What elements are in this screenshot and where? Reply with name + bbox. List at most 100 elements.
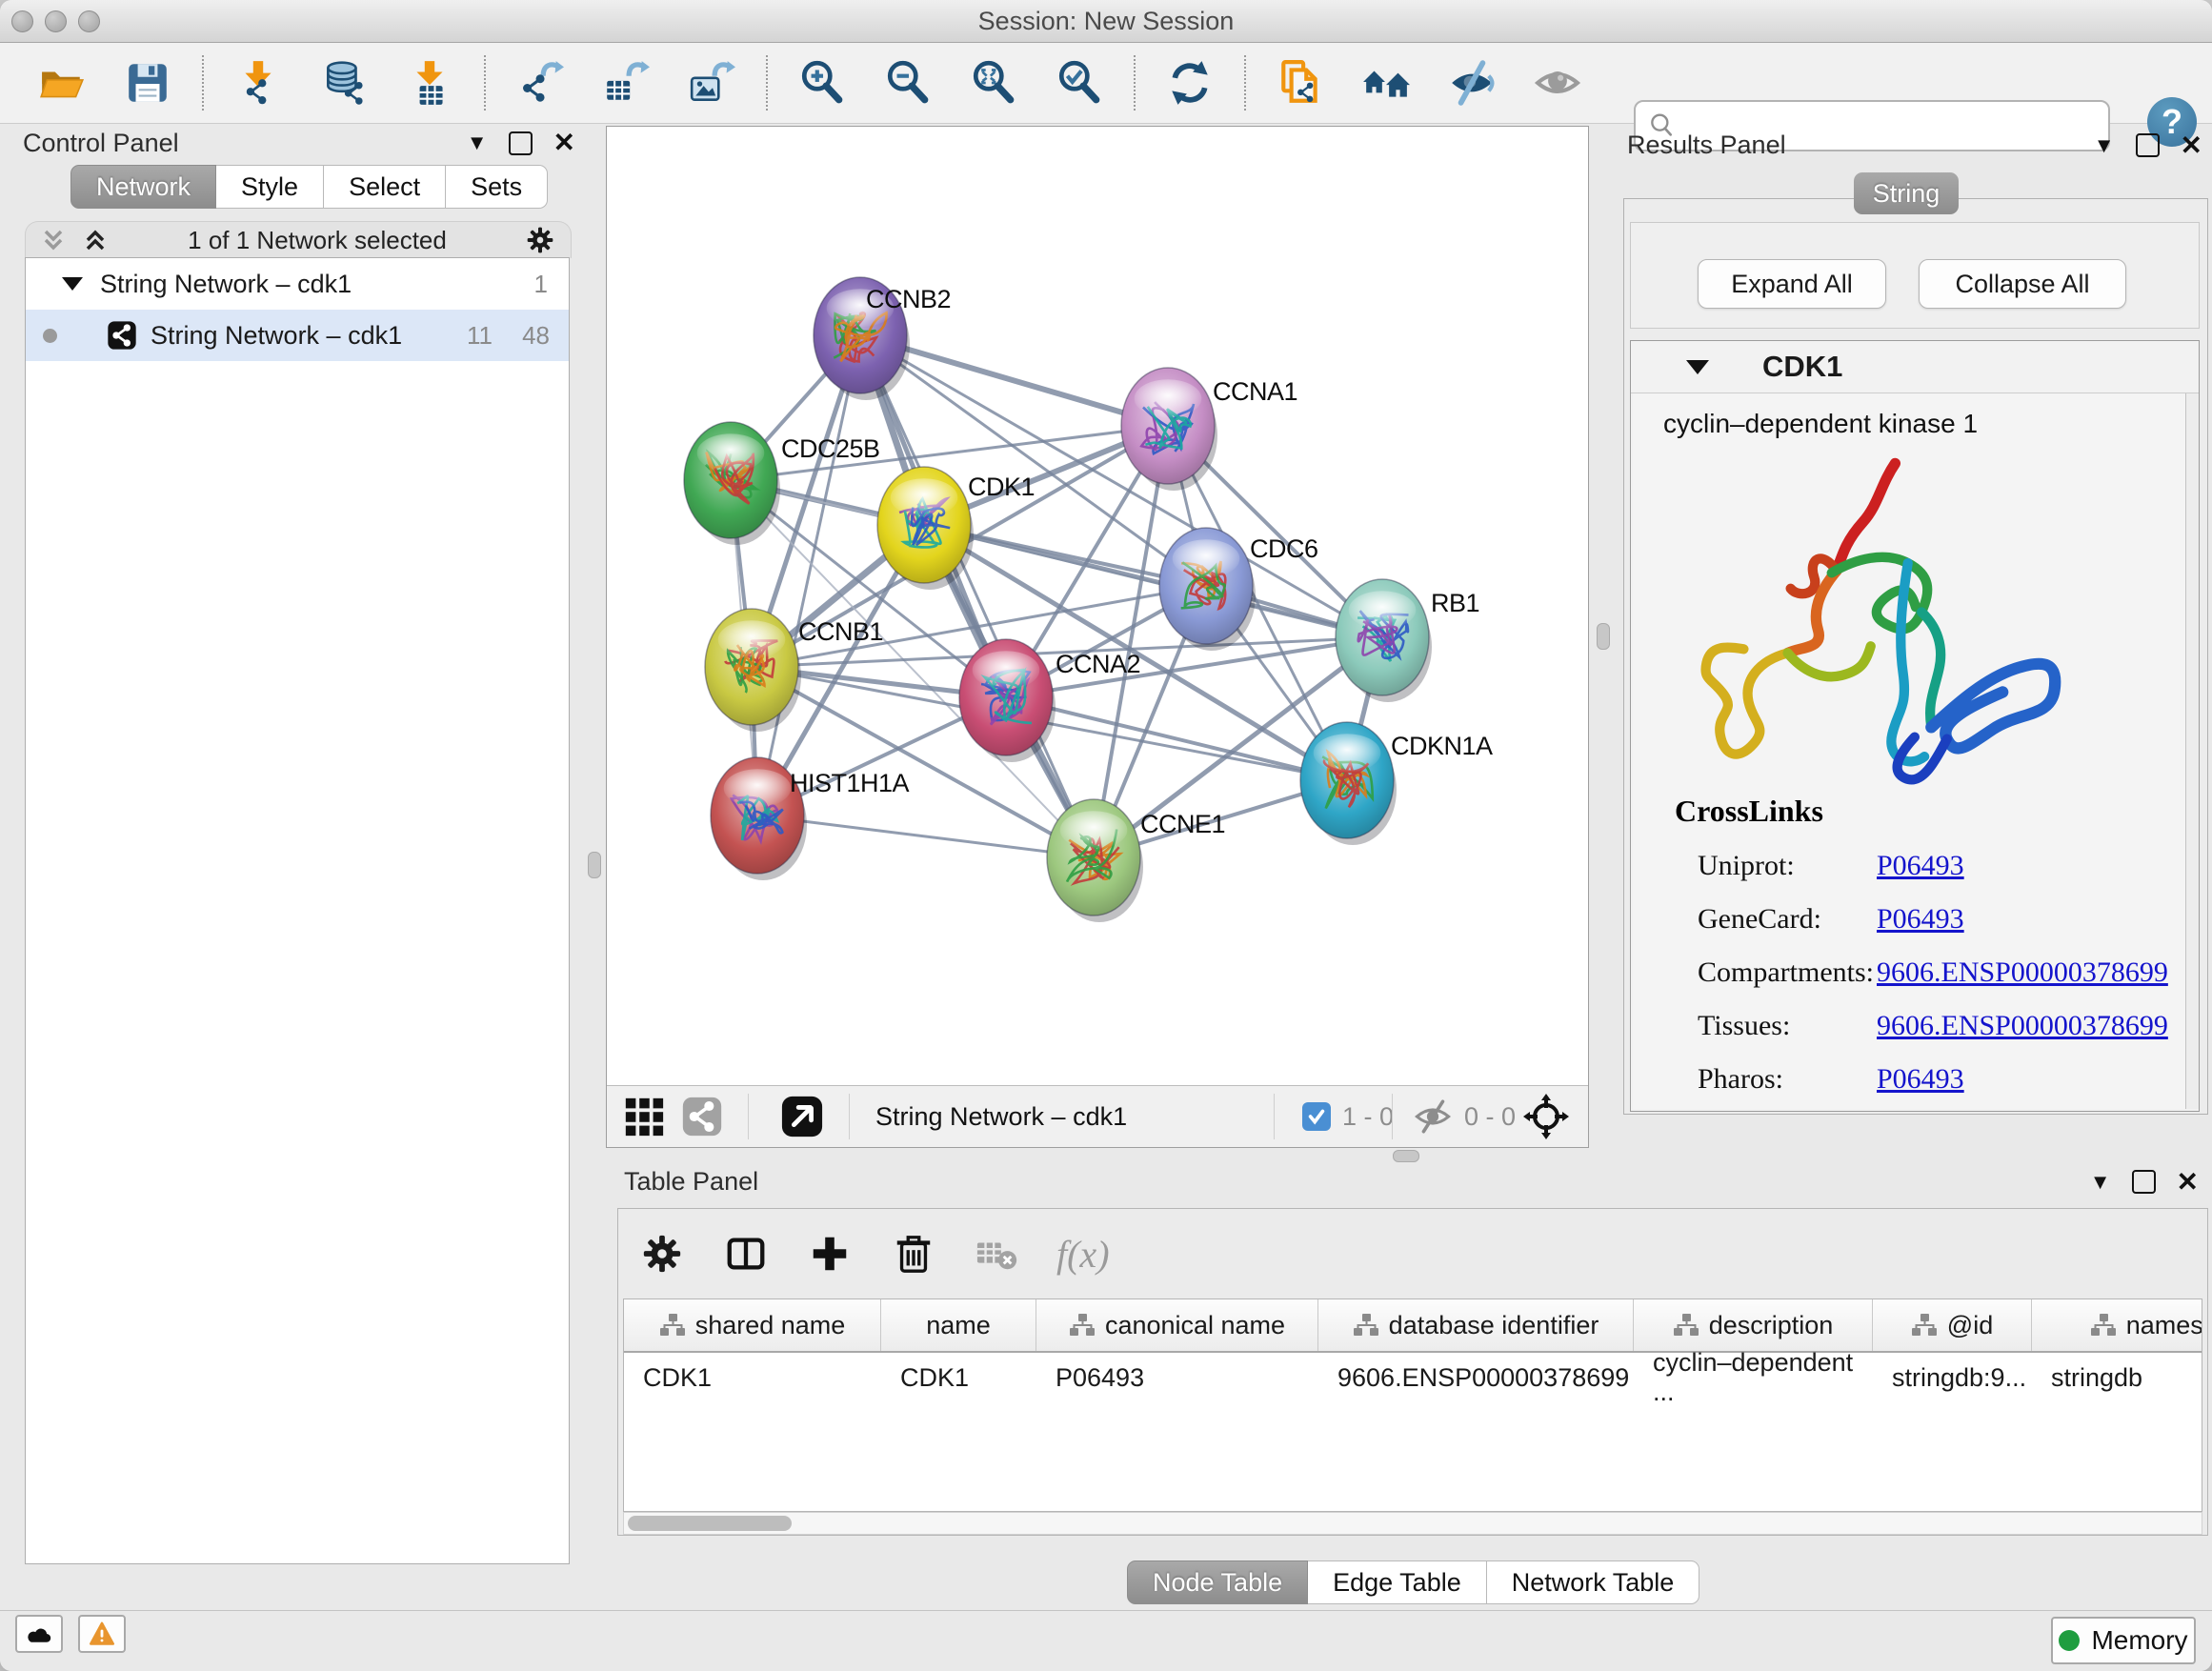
duplicate-network-button[interactable]: [1275, 57, 1326, 109]
node-detail-header[interactable]: CDK1: [1631, 341, 2199, 393]
collection-disclosure-icon[interactable]: [62, 277, 83, 291]
open-folder-button[interactable]: [36, 57, 88, 109]
network-node-cdc6[interactable]: CDC6: [1159, 528, 1318, 651]
selected-counts-indicator[interactable]: 1 - 0: [1302, 1086, 1394, 1147]
left-splitter-handle[interactable]: [588, 852, 601, 878]
save-button[interactable]: [122, 57, 173, 109]
network-node-cdkn1a[interactable]: CDKN1A: [1300, 722, 1493, 845]
delete-column-button[interactable]: [889, 1229, 938, 1278]
import-network-button[interactable]: [232, 57, 284, 109]
results-close-icon[interactable]: ✕: [2181, 132, 2202, 159]
column-header--id[interactable]: @id: [1873, 1299, 2032, 1351]
crosslink-link[interactable]: 9606.ENSP00000378699: [1877, 956, 2168, 989]
crosslink-link[interactable]: P06493: [1877, 1063, 1964, 1096]
table-options-button[interactable]: [637, 1229, 687, 1278]
hide-eye-button[interactable]: [1446, 57, 1498, 109]
show-eye-button[interactable]: [1532, 57, 1583, 109]
network-node-ccne1[interactable]: CCNE1: [1047, 799, 1225, 922]
import-database-button[interactable]: [318, 57, 370, 109]
zoom-fit-button[interactable]: [968, 57, 1019, 109]
column-header-shared-name[interactable]: shared name: [624, 1299, 881, 1351]
export-image-button[interactable]: [686, 57, 737, 109]
right-splitter-handle[interactable]: [1597, 623, 1610, 650]
section-disclosure-icon[interactable]: [1686, 360, 1709, 374]
table-cell[interactable]: CDK1: [881, 1353, 1036, 1402]
zoom-in-button[interactable]: [796, 57, 848, 109]
fit-center-button[interactable]: [1523, 1086, 1569, 1147]
table-float-icon[interactable]: [2132, 1170, 2156, 1194]
tab-network[interactable]: Network: [70, 165, 216, 209]
network-node-cdc25b[interactable]: CDC25B: [684, 422, 880, 545]
column-header-namespace[interactable]: namespace: [2032, 1299, 2202, 1351]
export-network-button[interactable]: [514, 57, 566, 109]
column-header-database-identifier[interactable]: database identifier: [1318, 1299, 1634, 1351]
table-menu-icon[interactable]: ▼: [2090, 1170, 2111, 1195]
network-badge-button[interactable]: [681, 1086, 723, 1147]
tab-edge-table[interactable]: Edge Table: [1308, 1560, 1487, 1604]
expand-all-button[interactable]: Expand All: [1698, 259, 1886, 309]
network-view[interactable]: CCNB2CCNA1CDC25BCDK1CDC6RB1CCNB1CCNA2CDK…: [606, 126, 1589, 1148]
control-panel-title: Control Panel: [23, 129, 179, 158]
node-table[interactable]: shared namename canonical name database …: [623, 1299, 2202, 1512]
results-menu-icon[interactable]: ▼: [2094, 133, 2115, 158]
network-canvas[interactable]: CCNB2CCNA1CDC25BCDK1CDC6RB1CCNB1CCNA2CDK…: [607, 127, 1588, 1086]
show-columns-button[interactable]: [721, 1229, 771, 1278]
panel-close-icon[interactable]: ✕: [553, 130, 575, 156]
table-row[interactable]: CDK1CDK1P064939606.ENSP00000378699cyclin…: [624, 1353, 2202, 1402]
table-cell[interactable]: CDK1: [624, 1353, 881, 1402]
table-cell[interactable]: P06493: [1036, 1353, 1318, 1402]
crosslink-link[interactable]: P06493: [1877, 850, 1964, 882]
network-edge[interactable]: [757, 815, 1094, 857]
refresh-button[interactable]: [1164, 57, 1216, 109]
cloud-status-button[interactable]: [15, 1615, 63, 1653]
panel-float-icon[interactable]: [509, 131, 533, 155]
home-button[interactable]: [1360, 57, 1412, 109]
tab-node-table[interactable]: Node Table: [1127, 1560, 1308, 1604]
expand-all-networks-icon[interactable]: [39, 226, 68, 254]
table-cell[interactable]: stringdb: [2032, 1353, 2202, 1402]
column-label: database identifier: [1389, 1311, 1599, 1340]
export-table-button[interactable]: [600, 57, 652, 109]
network-node-hist1h1a[interactable]: HIST1H1A: [711, 757, 910, 880]
column-header-canonical-name[interactable]: canonical name: [1036, 1299, 1318, 1351]
memory-button[interactable]: Memory: [2051, 1617, 2196, 1664]
network-options-gear-icon[interactable]: [525, 225, 555, 255]
table-close-icon[interactable]: ✕: [2177, 1169, 2199, 1196]
table-hscroll-thumb[interactable]: [628, 1516, 792, 1531]
crosslink-link[interactable]: 9606.ENSP00000378699: [1877, 1010, 2168, 1042]
hidden-counts-indicator[interactable]: 0 - 0: [1413, 1086, 1516, 1147]
zoom-selected-button[interactable]: [1054, 57, 1105, 109]
network-edge[interactable]: [757, 335, 860, 815]
table-cell[interactable]: 9606.ENSP00000378699: [1318, 1353, 1634, 1402]
column-header-name[interactable]: name: [881, 1299, 1036, 1351]
zoom-out-button[interactable]: [882, 57, 934, 109]
network-collection-row[interactable]: String Network – cdk1 1: [26, 258, 569, 310]
collapse-all-networks-icon[interactable]: [81, 226, 110, 254]
import-table-button[interactable]: [404, 57, 455, 109]
panel-menu-icon[interactable]: ▼: [467, 131, 488, 155]
table-cell[interactable]: cyclin–dependent ...: [1634, 1353, 1873, 1402]
crosslink-link[interactable]: P06493: [1877, 903, 1964, 936]
results-scrollbar[interactable]: [2185, 393, 2199, 1109]
warnings-button[interactable]: [78, 1615, 126, 1653]
add-column-button[interactable]: [805, 1229, 855, 1278]
network-node-rb1[interactable]: RB1: [1336, 579, 1479, 702]
detach-view-button[interactable]: [780, 1086, 824, 1147]
network-node-ccnb1[interactable]: CCNB1: [705, 609, 883, 732]
network-node-ccna1[interactable]: CCNA1: [1121, 368, 1297, 491]
tab-sets[interactable]: Sets: [446, 165, 548, 209]
network-node-ccnb2[interactable]: CCNB2: [814, 277, 951, 400]
network-row[interactable]: String Network – cdk1 11 48: [26, 310, 569, 361]
results-float-icon[interactable]: [2136, 133, 2160, 157]
node-label: CDK1: [968, 473, 1035, 501]
tab-style[interactable]: Style: [216, 165, 324, 209]
birdseye-toggle-button[interactable]: [622, 1086, 666, 1147]
column-header-description[interactable]: description: [1634, 1299, 1873, 1351]
network-node-cdk1[interactable]: CDK1: [877, 467, 1035, 590]
tab-network-table[interactable]: Network Table: [1487, 1560, 1700, 1604]
table-hscrollbar[interactable]: [623, 1512, 2202, 1535]
collapse-all-button[interactable]: Collapse All: [1919, 259, 2126, 309]
tab-string[interactable]: String: [1854, 172, 1959, 214]
table-cell[interactable]: stringdb:9...: [1873, 1353, 2032, 1402]
tab-select[interactable]: Select: [324, 165, 446, 209]
